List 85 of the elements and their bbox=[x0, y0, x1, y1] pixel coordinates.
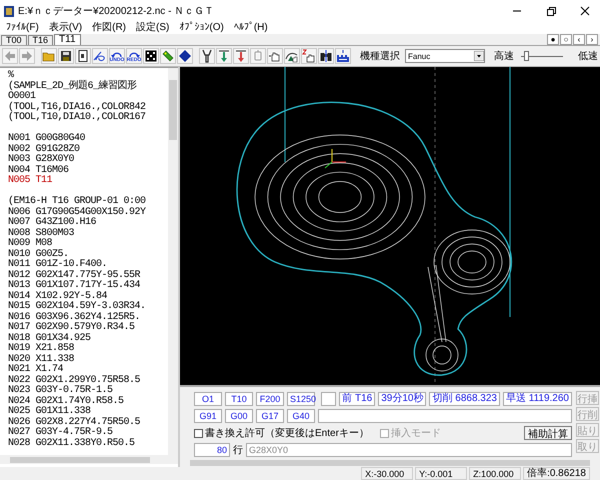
status-field: G40 bbox=[287, 409, 315, 423]
status-field: G17 bbox=[256, 409, 284, 423]
status-field bbox=[321, 392, 336, 406]
code-line: % bbox=[8, 71, 14, 81]
tab-scroll-button[interactable]: ● bbox=[547, 34, 559, 45]
menu-item[interactable]: ﾌｧｲﾙ(F) bbox=[6, 22, 39, 34]
checkbox: 挿入モード bbox=[380, 426, 441, 440]
line-edit-field[interactable]: G28X0Y0 bbox=[246, 443, 572, 457]
status-cell: Z:100.000 bbox=[469, 467, 522, 480]
code-line: N025 G01X11.338 bbox=[8, 407, 92, 417]
restore-icon[interactable] bbox=[544, 4, 558, 18]
tab[interactable]: T00 bbox=[1, 35, 27, 45]
code-line: N027 G03Y-4.75R-9.5 bbox=[8, 428, 114, 438]
status-field: 前 T16 bbox=[339, 392, 376, 406]
status-cell: Y:-0.001 bbox=[415, 467, 468, 480]
code-line: N021 X1.74 bbox=[8, 365, 64, 375]
code-line: N009 M08 bbox=[8, 239, 54, 249]
window-title: E:¥ｎｃデーター¥20200212-2.nc - ＮｃＧＴ bbox=[18, 5, 216, 18]
code-line: N014 X102.92Y-5.84 bbox=[8, 292, 108, 302]
slider-thumb[interactable] bbox=[524, 51, 530, 61]
calc-button[interactable]: 補助計算 bbox=[524, 426, 572, 440]
status-field: T10 bbox=[225, 392, 253, 406]
code-line: (TOOL,T16,DIA16.,COLOR842 bbox=[8, 102, 147, 112]
status-field: 39分10秒 bbox=[378, 392, 426, 406]
tab-scroll-button[interactable]: › bbox=[586, 34, 598, 45]
menu-item[interactable]: 作図(R) bbox=[92, 22, 126, 34]
tab[interactable]: T11 bbox=[54, 34, 81, 45]
status-field: 早送 1119.260 bbox=[502, 392, 572, 406]
app-icon bbox=[4, 6, 14, 16]
code-line: N004 T16M06 bbox=[8, 166, 70, 176]
code-line: (EM16-H T16 GROUP-01 0:00 bbox=[8, 197, 147, 207]
code-line: O0001 bbox=[8, 92, 36, 102]
redo-arrow-icon[interactable] bbox=[128, 50, 140, 58]
code-line: N011 G01Z-10.F400. bbox=[8, 260, 108, 270]
line-number-field[interactable]: 80 bbox=[194, 443, 230, 457]
dropdown-arrow-icon[interactable] bbox=[474, 51, 484, 61]
menu-item[interactable]: 表示(V) bbox=[48, 22, 82, 34]
code-line: N013 G01X107.717Y-15.434 bbox=[8, 281, 142, 291]
status-field: 切削 6868.323 bbox=[429, 392, 500, 406]
status-cell: 倍率:0.86218 bbox=[523, 467, 590, 480]
tab[interactable]: T16 bbox=[28, 35, 54, 45]
menu-item[interactable]: ｵﾌﾟｼｮﾝ(O) bbox=[179, 22, 224, 34]
status-field: O1 bbox=[194, 392, 222, 406]
code-line: N001 G00G80G40 bbox=[8, 134, 86, 144]
status-field: G00 bbox=[225, 409, 253, 423]
tab-scroll-button[interactable]: ‹ bbox=[573, 34, 585, 45]
status-cell: X:-30.000 bbox=[361, 467, 414, 480]
vertical-scrollbar[interactable] bbox=[168, 68, 178, 455]
code-line: (SAMPLE_2D_例題6_練習図形 bbox=[8, 82, 138, 92]
code-line: N026 G02X8.227Y4.75R50.5 bbox=[8, 418, 142, 428]
code-line: N006 G17G90G54G00X150.92Y bbox=[8, 208, 147, 218]
code-line: N008 S800M03 bbox=[8, 228, 76, 238]
code-line: N003 G28X0Y0 bbox=[8, 155, 76, 165]
horizontal-scrollbar[interactable] bbox=[180, 459, 600, 467]
code-line: N028 G02X11.338Y0.R50.5 bbox=[8, 438, 136, 449]
undo-arrow-icon[interactable] bbox=[111, 50, 123, 58]
code-line: N010 G00Z5. bbox=[8, 250, 69, 260]
code-line: N017 G02X90.579Y0.R34.5 bbox=[8, 323, 136, 333]
code-line: N023 G03Y-0.75R-1.5 bbox=[8, 386, 114, 396]
tab-scroll-button[interactable]: ○ bbox=[560, 34, 572, 45]
menu-item[interactable]: 設定(S) bbox=[136, 22, 170, 34]
code-line: N007 G43Z100.H16 bbox=[8, 218, 98, 228]
machine-label: 機種選択 bbox=[360, 50, 400, 63]
code-line: N020 X11.338 bbox=[8, 354, 76, 364]
code-line: N018 G01X34.925 bbox=[8, 334, 92, 344]
status-field: G91 bbox=[194, 409, 222, 423]
slow-label: 低速 bbox=[578, 50, 598, 63]
horizontal-scrollbar[interactable] bbox=[0, 455, 178, 464]
code-line: N012 G02X147.775Y-95.55R bbox=[8, 270, 142, 280]
code-line: N019 X21.858 bbox=[8, 344, 76, 354]
code-line: N002 G91G28Z0 bbox=[8, 144, 81, 154]
menu-item[interactable]: ﾍﾙﾌﾟ(H) bbox=[234, 22, 268, 34]
line-label: 行 bbox=[233, 444, 243, 457]
status-field: F200 bbox=[256, 392, 284, 406]
close-icon[interactable] bbox=[578, 4, 592, 18]
fast-label: 高速 bbox=[494, 50, 514, 63]
code-line: N005 T11 bbox=[8, 176, 54, 186]
code-line: N022 G02X1.299Y0.75R58.5 bbox=[8, 376, 142, 386]
checkbox[interactable]: 書き換え許可（変更後はEnterキー） bbox=[194, 426, 369, 440]
code-line: N015 G02X104.59Y-3.03R34. bbox=[8, 302, 147, 312]
code-line: N024 G02X1.74Y0.R58.5 bbox=[8, 396, 125, 406]
machine-dropdown[interactable]: Fanuc bbox=[405, 49, 485, 63]
code-line: (TOOL,T10,DIA10.,COLOR167 bbox=[8, 113, 147, 124]
status-field: S1250 bbox=[287, 392, 315, 406]
code-line: N016 G03X96.362Y4.125R5. bbox=[8, 312, 142, 322]
